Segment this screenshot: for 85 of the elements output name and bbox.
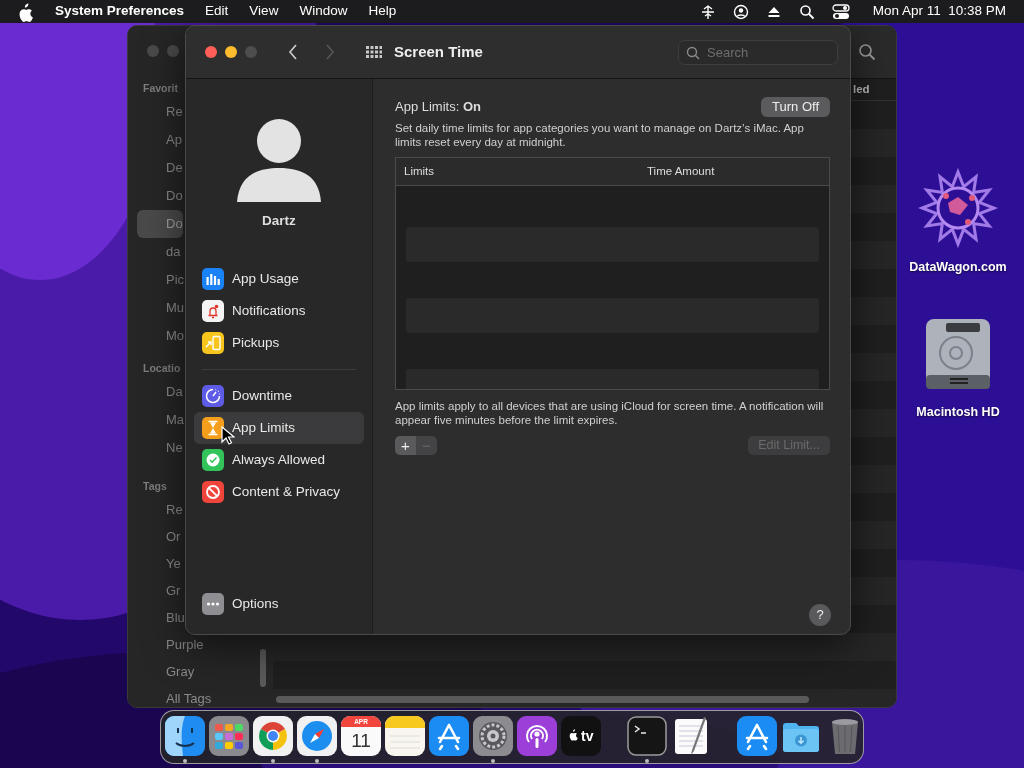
scrollbar[interactable] — [276, 696, 809, 703]
sidebar-item[interactable]: App Limits — [194, 412, 364, 445]
hourglass-icon — [202, 417, 224, 440]
sidebar-item[interactable]: Options — [194, 588, 364, 620]
app-store-icon[interactable] — [737, 716, 777, 756]
sidebar-item[interactable]: Downtime — [194, 380, 364, 413]
sidebar-item[interactable]: Content & Privacy — [194, 476, 364, 509]
terminal-icon[interactable] — [627, 716, 667, 756]
description: Set daily time limits for app categories you want to manage on Dartz’s iMac. App limits reset every day at midnight. — [395, 121, 805, 149]
grid-icon[interactable] — [366, 46, 382, 58]
sidebar-item[interactable]: Ma — [137, 406, 185, 434]
day-label: 11 — [351, 730, 371, 752]
sidebar-item[interactable]: Mu — [137, 294, 185, 322]
prohibited-icon — [202, 481, 224, 504]
sidebar-item[interactable]: Ap — [137, 126, 182, 154]
clock: Mon Apr 11 10:38 PM — [872, 2, 1006, 21]
column-header[interactable]: Time Amount — [639, 162, 829, 181]
sidebar-item[interactable]: Purple — [137, 631, 204, 658]
sidebar-item[interactable]: Re — [137, 98, 183, 126]
scrollbar[interactable] — [260, 649, 266, 687]
antenna-icon[interactable] — [699, 3, 716, 20]
sidebar-item[interactable]: Gr — [137, 577, 181, 604]
user-icon[interactable] — [732, 3, 749, 20]
control-center-icon[interactable] — [831, 2, 850, 21]
sidebar-item[interactable]: De — [137, 154, 183, 182]
calendar-icon[interactable] — [341, 716, 381, 756]
menu-item[interactable]: Edit — [205, 1, 229, 22]
sidebar-item[interactable]: da — [137, 238, 181, 266]
sidebar-item[interactable]: Mo — [137, 322, 185, 350]
window-title: Screen Time — [394, 41, 483, 62]
podcast-icon[interactable] — [517, 716, 557, 756]
turn-off-button[interactable]: Turn Off — [761, 97, 830, 117]
search-field[interactable]: Search — [678, 39, 838, 65]
clock-icon — [202, 385, 224, 408]
user-name: Dartz — [262, 212, 296, 230]
section-heading: Favorit — [142, 81, 178, 96]
finder-icon[interactable] — [165, 716, 205, 756]
column-header[interactable]: led — [853, 80, 870, 99]
sidebar-item[interactable]: Da — [137, 378, 183, 406]
icon-label[interactable]: Macintosh HD — [916, 402, 1000, 422]
sidebar-item[interactable]: Gray — [137, 658, 195, 685]
sidebar-item[interactable]: Pic — [137, 266, 185, 294]
back-button[interactable] — [288, 44, 298, 60]
search-icon[interactable] — [798, 3, 815, 20]
sidebar-item[interactable]: Do — [137, 182, 183, 210]
phone-icon — [202, 332, 224, 355]
app-grid-icon[interactable] — [209, 716, 249, 756]
sidebar-item[interactable]: Or — [137, 523, 181, 550]
sidebar-item[interactable]: Ye — [137, 550, 181, 577]
bell-icon — [202, 300, 224, 323]
tv-icon[interactable] — [561, 716, 601, 756]
sidebar-item[interactable]: App Usage — [194, 263, 364, 296]
menu-item[interactable]: Help — [368, 1, 397, 22]
section-heading: Tags — [142, 479, 167, 494]
notes-icon[interactable] — [385, 716, 425, 756]
compass-icon[interactable] — [297, 716, 337, 756]
note: App limits apply to all devices that are using iCloud for screen time. A notification will appear five minutes before the limit expires. — [395, 399, 825, 427]
sidebar-item[interactable]: Always Allowed — [194, 444, 364, 477]
gear-icon[interactable] — [473, 716, 513, 756]
sidebar-item[interactable]: All Tags — [137, 685, 212, 707]
add-button[interactable]: + — [395, 436, 416, 455]
sidebar-item[interactable]: Blu — [137, 604, 185, 631]
app-menu[interactable]: System Preferences — [55, 1, 185, 22]
sidebar-item[interactable]: Ne — [137, 434, 183, 462]
status-title: App Limits: On — [395, 98, 481, 117]
close-button[interactable] — [205, 46, 217, 58]
more-icon — [202, 593, 224, 615]
star-logo-icon[interactable] — [918, 168, 998, 248]
sidebar-item[interactable]: Notifications — [194, 295, 364, 328]
checkmark-icon — [202, 449, 224, 472]
section-heading: Locatio — [142, 361, 181, 376]
help-button[interactable]: ? — [809, 604, 831, 626]
chrome-icon[interactable] — [253, 716, 293, 756]
sidebar-item[interactable]: Re — [137, 496, 183, 523]
sidebar-item[interactable]: Do — [137, 210, 183, 238]
app-store-icon[interactable] — [429, 716, 469, 756]
icon-label[interactable]: DataWagon.com — [909, 258, 1007, 277]
menu-item[interactable]: Window — [299, 1, 348, 22]
bar-chart-icon — [202, 268, 224, 291]
column-header[interactable]: Limits — [396, 162, 639, 181]
minimize-button[interactable] — [225, 46, 237, 58]
apple-logo[interactable] — [17, 1, 34, 22]
sidebar-item[interactable]: Pickups — [194, 327, 364, 360]
tv-label: tv — [581, 727, 594, 745]
menu-item[interactable]: View — [249, 1, 279, 22]
